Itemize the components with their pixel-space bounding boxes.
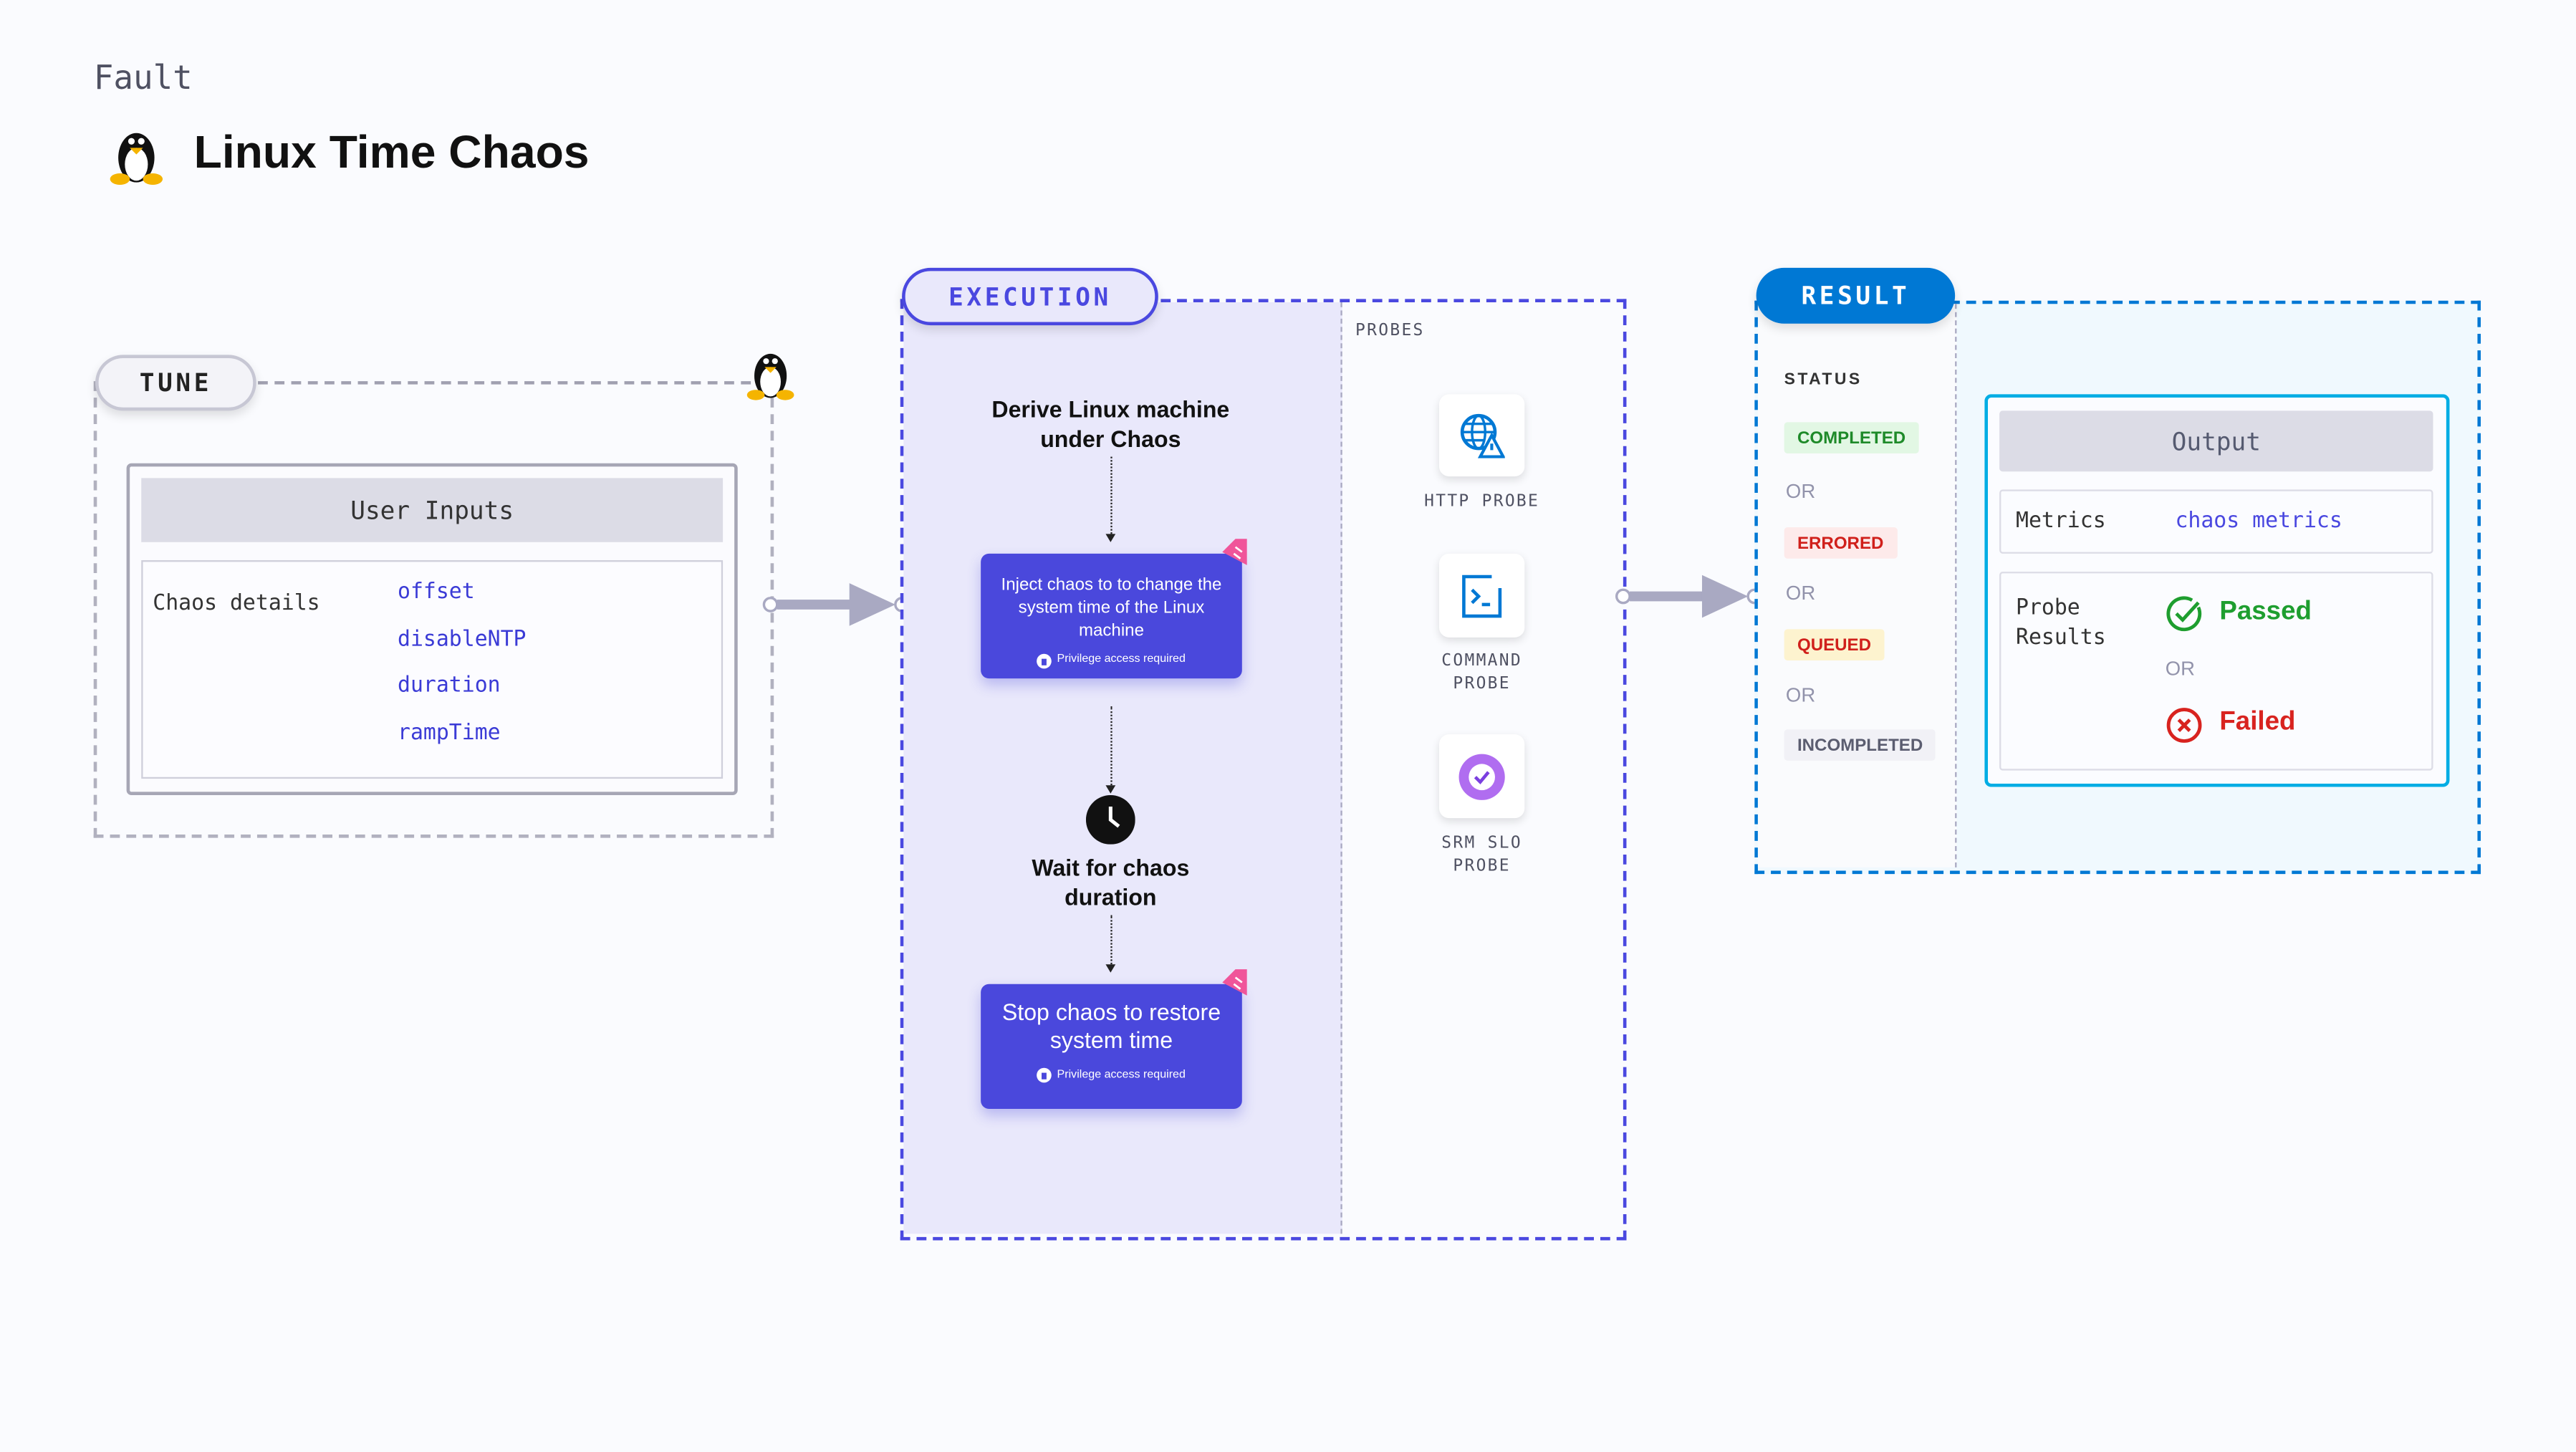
connector [1110, 706, 1112, 786]
status-errored: ERRORED [1784, 527, 1897, 559]
command-probe-text: COMMAND PROBE [1441, 652, 1523, 693]
flow-arrow [1615, 574, 1763, 618]
x-circle-icon [2166, 708, 2202, 743]
tune-label: TUNE [139, 367, 212, 398]
status-incompleted: INCOMPLETED [1784, 729, 1936, 761]
input-duration: duration [398, 673, 501, 698]
status-label: STATUS [1784, 371, 1863, 390]
execution-label: EXECUTION [948, 282, 1112, 312]
lock-icon [1037, 1067, 1052, 1083]
connector [1110, 915, 1112, 965]
metrics-label: Metrics [2016, 509, 2106, 534]
linux-penguin-icon [746, 353, 794, 400]
or-text: OR [1785, 581, 1816, 605]
page-title: Linux Time Chaos [193, 126, 590, 178]
status-completed: COMPLETED [1784, 422, 1919, 453]
step-derive: Derive Linux machine under Chaos [991, 395, 1230, 452]
failed-text: Failed [2219, 708, 2296, 736]
lock-icon [1037, 653, 1052, 668]
linux-penguin-icon [110, 133, 163, 186]
arrow-down-icon [1105, 964, 1116, 973]
step-inject-text: Inject chaos to to change the system tim… [1001, 574, 1222, 641]
arrow-down-icon [1105, 785, 1116, 794]
metrics-link[interactable]: chaos metrics [2175, 509, 2342, 534]
result-pill: RESULT [1756, 267, 1956, 324]
input-ramptime: rampTime [398, 721, 501, 746]
http-probe-label: HTTP PROBE [1424, 493, 1540, 511]
output-header: Output [1999, 410, 2433, 472]
globe-warning-icon [1460, 413, 1505, 458]
passed-text: Passed [2219, 597, 2312, 626]
tune-pill: TUNE [95, 355, 256, 411]
privilege-text: Privilege access required [1057, 653, 1186, 665]
fault-label: Fault [93, 57, 193, 97]
user-inputs-header: User Inputs [141, 478, 724, 542]
step-stop: Stop chaos to restore system time Privil… [981, 984, 1242, 1110]
or-text: OR [1785, 683, 1816, 707]
slo-icon [1458, 753, 1505, 799]
command-probe-label: COMMAND PROBE [1383, 650, 1580, 696]
probes-label: PROBES [1355, 322, 1425, 340]
privilege-note: Privilege access required [981, 649, 1242, 672]
execution-pill: EXECUTION [902, 267, 1158, 326]
srm-slo-probe-label: SRM SLO PROBE [1383, 833, 1580, 879]
input-disablentp: disableNTP [398, 628, 527, 653]
terminal-icon [1462, 574, 1502, 617]
clock-icon [1085, 795, 1135, 845]
flow-arrow [762, 583, 910, 626]
srm-slo-probe-card[interactable] [1439, 734, 1525, 819]
tune-top-border [258, 381, 751, 385]
chaos-tag-icon [1222, 539, 1247, 565]
input-offset: offset [398, 580, 475, 605]
chaos-tag-icon [1222, 969, 1247, 996]
step-stop-text: Stop chaos to restore system time [1001, 999, 1221, 1054]
check-circle-icon [2166, 596, 2202, 632]
status-queued: QUEUED [1784, 629, 1885, 660]
probe-results-label: Probe Results [2016, 596, 2106, 651]
or-text: OR [2165, 657, 2195, 681]
chaos-details-label: Chaos details [153, 591, 320, 617]
privilege-note: Privilege access required [981, 1062, 1242, 1090]
srm-slo-probe-text: SRM SLO PROBE [1441, 835, 1523, 876]
step-inject: Inject chaos to to change the system tim… [981, 553, 1242, 679]
step-wait: Wait for chaos duration [1032, 854, 1190, 910]
or-text: OR [1785, 479, 1816, 503]
result-label: RESULT [1801, 281, 1911, 311]
http-probe-card[interactable] [1439, 394, 1525, 477]
privilege-text: Privilege access required [1057, 1069, 1186, 1082]
arrow-down-icon [1105, 534, 1116, 542]
connector [1110, 456, 1112, 534]
command-probe-card[interactable] [1439, 553, 1525, 638]
